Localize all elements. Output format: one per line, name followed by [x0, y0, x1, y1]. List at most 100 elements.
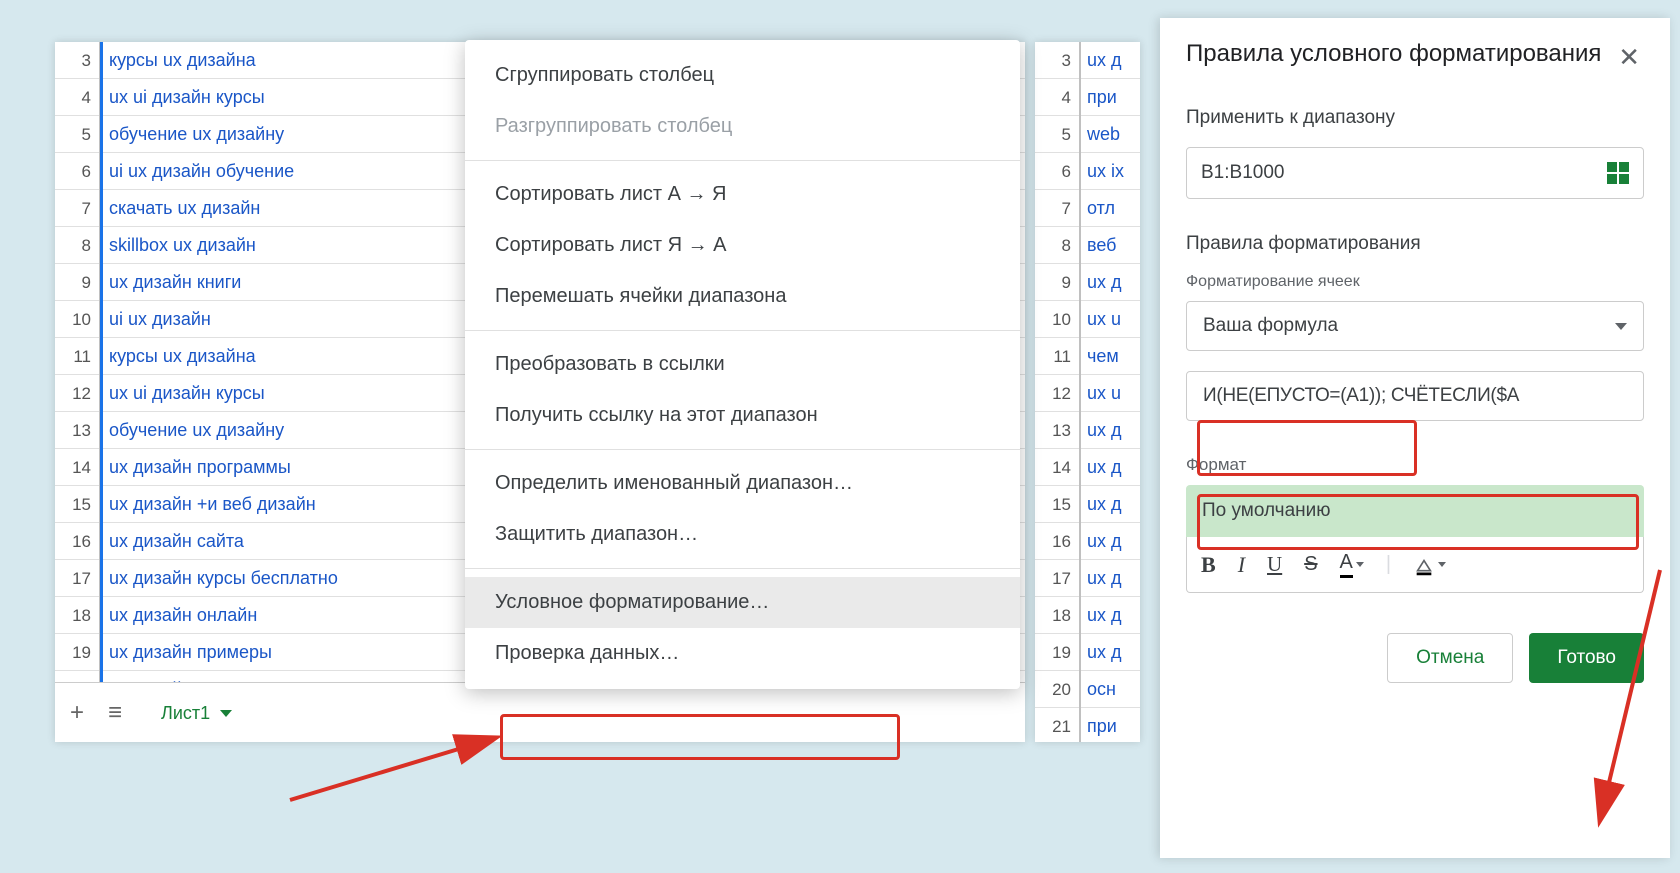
row-number[interactable]: 6 — [55, 153, 99, 190]
fill-icon — [1413, 556, 1435, 574]
row-number[interactable]: 10 — [1035, 301, 1079, 338]
row-number[interactable]: 19 — [1035, 634, 1079, 671]
cell[interactable]: ux д — [1081, 597, 1140, 634]
row-number[interactable]: 5 — [55, 116, 99, 153]
row-number[interactable]: 13 — [55, 412, 99, 449]
row-number[interactable]: 7 — [1035, 190, 1079, 227]
menu-ungroup-column: Разгруппировать столбец — [465, 101, 1020, 152]
menu-sort-az[interactable]: Сортировать лист А → Я — [465, 169, 1020, 220]
menu-get-range-link[interactable]: Получить ссылку на этот диапазон — [465, 390, 1020, 441]
row-number[interactable]: 9 — [55, 264, 99, 301]
menu-separator — [465, 449, 1020, 450]
cell[interactable]: ux д — [1081, 634, 1140, 671]
fill-color-button[interactable] — [1413, 556, 1446, 574]
rules-heading: Правила форматирования — [1186, 233, 1644, 255]
close-icon[interactable]: ✕ — [1614, 38, 1644, 77]
italic-button[interactable]: I — [1238, 552, 1245, 578]
cell[interactable]: ux д — [1081, 560, 1140, 597]
formula-input[interactable]: И(НЕ(ЕПУСТО=(A1)); СЧЁТЕСЛИ($A — [1186, 371, 1644, 421]
row-number[interactable]: 14 — [55, 449, 99, 486]
cell[interactable]: ux д — [1081, 486, 1140, 523]
row-number[interactable]: 16 — [1035, 523, 1079, 560]
row-number[interactable]: 20 — [1035, 671, 1079, 708]
row-number[interactable]: 5 — [1035, 116, 1079, 153]
context-menu: Сгруппировать столбец Разгруппировать ст… — [465, 40, 1020, 689]
rule-type-value: Ваша формула — [1203, 315, 1338, 337]
row-number[interactable]: 18 — [55, 597, 99, 634]
row-number[interactable]: 3 — [1035, 42, 1079, 79]
row-number[interactable]: 9 — [1035, 264, 1079, 301]
menu-separator — [465, 160, 1020, 161]
chevron-down-icon — [220, 710, 232, 717]
cell[interactable]: осн — [1081, 671, 1140, 708]
row-number[interactable]: 21 — [1035, 708, 1079, 742]
all-sheets-button[interactable]: ≡ — [101, 699, 129, 727]
text-color-button[interactable]: A — [1340, 551, 1364, 578]
data-column[interactable]: ux дприwebux ixотлвебux дux uчемux uux д… — [1080, 42, 1140, 742]
chevron-down-icon — [1438, 562, 1446, 567]
cell[interactable]: ux д — [1081, 412, 1140, 449]
strike-button[interactable]: S — [1304, 553, 1317, 576]
spreadsheet-right: 3456789101112131415161718192021 ux дприw… — [1035, 42, 1140, 742]
cell[interactable]: чем — [1081, 338, 1140, 375]
cell[interactable]: web — [1081, 116, 1140, 153]
rule-type-select[interactable]: Ваша формула — [1186, 301, 1644, 351]
format-toolbar: B I U S A | — [1186, 537, 1644, 593]
cell[interactable]: ux д — [1081, 264, 1140, 301]
row-number[interactable]: 12 — [1035, 375, 1079, 412]
row-number[interactable]: 19 — [55, 634, 99, 671]
cell[interactable]: отл — [1081, 190, 1140, 227]
row-number[interactable]: 11 — [55, 338, 99, 375]
row-number[interactable]: 10 — [55, 301, 99, 338]
menu-group-column[interactable]: Сгруппировать столбец — [465, 50, 1020, 101]
range-value: B1:B1000 — [1201, 162, 1607, 184]
row-number[interactable]: 3 — [55, 42, 99, 79]
cell[interactable]: ux д — [1081, 523, 1140, 560]
cancel-button[interactable]: Отмена — [1387, 633, 1513, 683]
cell[interactable]: при — [1081, 708, 1140, 742]
row-number[interactable]: 13 — [1035, 412, 1079, 449]
cell[interactable]: ux д — [1081, 449, 1140, 486]
menu-shuffle-range[interactable]: Перемешать ячейки диапазона — [465, 271, 1020, 322]
cell[interactable]: при — [1081, 79, 1140, 116]
row-number[interactable]: 14 — [1035, 449, 1079, 486]
underline-button[interactable]: U — [1267, 552, 1282, 577]
row-number[interactable]: 7 — [55, 190, 99, 227]
add-sheet-button[interactable]: + — [63, 699, 91, 727]
row-number[interactable]: 12 — [55, 375, 99, 412]
apply-range-label: Применить к диапазону — [1186, 107, 1644, 129]
row-number[interactable]: 18 — [1035, 597, 1079, 634]
cell[interactable]: веб — [1081, 227, 1140, 264]
grid-select-icon[interactable] — [1607, 162, 1629, 184]
conditional-format-panel: Правила условного форматирования ✕ Приме… — [1160, 18, 1670, 858]
row-number[interactable]: 4 — [55, 79, 99, 116]
cell[interactable]: ux ix — [1081, 153, 1140, 190]
menu-data-validation[interactable]: Проверка данных… — [465, 628, 1020, 679]
menu-convert-links[interactable]: Преобразовать в ссылки — [465, 339, 1020, 390]
row-number[interactable]: 15 — [55, 486, 99, 523]
cell[interactable]: ux u — [1081, 301, 1140, 338]
range-input[interactable]: B1:B1000 — [1186, 147, 1644, 199]
sheet-tab-1[interactable]: Лист1 — [139, 686, 254, 740]
menu-protect-range[interactable]: Защитить диапазон… — [465, 509, 1020, 560]
row-number[interactable]: 15 — [1035, 486, 1079, 523]
cell[interactable]: ux u — [1081, 375, 1140, 412]
cell[interactable]: ux д — [1081, 42, 1140, 79]
row-numbers: 3456789101112131415161718192021 — [55, 42, 100, 682]
done-button[interactable]: Готово — [1529, 633, 1644, 683]
row-number[interactable]: 8 — [1035, 227, 1079, 264]
row-number[interactable]: 17 — [55, 560, 99, 597]
chevron-down-icon — [1356, 562, 1364, 567]
format-preview: По умолчанию — [1186, 485, 1644, 537]
bold-button[interactable]: B — [1201, 552, 1216, 578]
sheet-tabs-bar: + ≡ Лист1 — [55, 682, 1025, 742]
menu-named-range[interactable]: Определить именованный диапазон… — [465, 458, 1020, 509]
row-number[interactable]: 16 — [55, 523, 99, 560]
row-number[interactable]: 17 — [1035, 560, 1079, 597]
row-number[interactable]: 11 — [1035, 338, 1079, 375]
row-number[interactable]: 4 — [1035, 79, 1079, 116]
menu-sort-za[interactable]: Сортировать лист Я → А — [465, 220, 1020, 271]
menu-conditional-formatting[interactable]: Условное форматирование… — [465, 577, 1020, 628]
row-number[interactable]: 8 — [55, 227, 99, 264]
row-number[interactable]: 6 — [1035, 153, 1079, 190]
